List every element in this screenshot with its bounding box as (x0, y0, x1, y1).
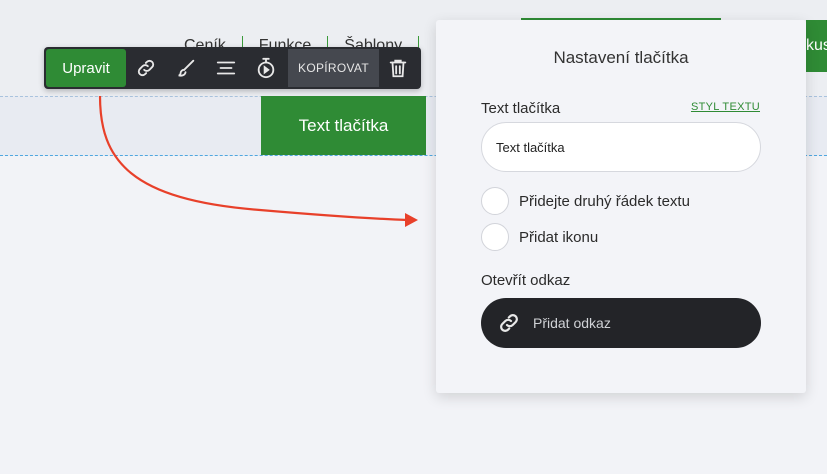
link-icon (137, 59, 155, 77)
element-toolbar: Upravit KOPÍROVAT (44, 47, 421, 89)
trash-icon (389, 59, 407, 78)
animation-tool-button[interactable] (246, 49, 286, 87)
timer-icon (257, 57, 275, 79)
align-icon (216, 61, 236, 75)
button-text-input[interactable] (481, 122, 761, 172)
open-link-label: Otevřít odkaz (481, 272, 571, 289)
link-tool-button[interactable] (126, 49, 166, 87)
add-link-button[interactable]: Přidat odkaz (481, 298, 761, 348)
selected-site-button-label: Text tlačítka (298, 115, 389, 135)
link-icon (500, 314, 518, 332)
button-text-label: Text tlačítka (481, 100, 561, 117)
brush-icon (178, 59, 195, 77)
second-line-radio[interactable] (481, 187, 509, 215)
style-tool-button[interactable] (166, 49, 206, 87)
header-cta-button[interactable]: kus (806, 20, 827, 72)
second-line-toggle[interactable]: Přidejte druhý řádek textu (481, 187, 690, 215)
second-line-label: Přidejte druhý řádek textu (519, 192, 690, 210)
edit-button[interactable]: Upravit (46, 49, 126, 87)
selected-site-button[interactable]: Text tlačítka (261, 96, 426, 155)
add-icon-radio[interactable] (481, 223, 509, 251)
add-icon-toggle[interactable]: Přidat ikonu (481, 223, 598, 251)
add-link-label: Přidat odkaz (533, 315, 611, 331)
header-cta-label: kus (806, 37, 827, 54)
delete-button[interactable] (379, 49, 417, 87)
copy-button[interactable]: KOPÍROVAT (288, 49, 379, 87)
panel-title: Nastavení tlačítka (553, 48, 689, 67)
text-style-link[interactable]: STYL TEXTU (691, 101, 760, 113)
add-icon-label: Přidat ikonu (519, 228, 599, 246)
button-settings-panel: Nastavení tlačítka Text tlačítka STYL TE… (436, 20, 806, 393)
align-tool-button[interactable] (206, 49, 246, 87)
